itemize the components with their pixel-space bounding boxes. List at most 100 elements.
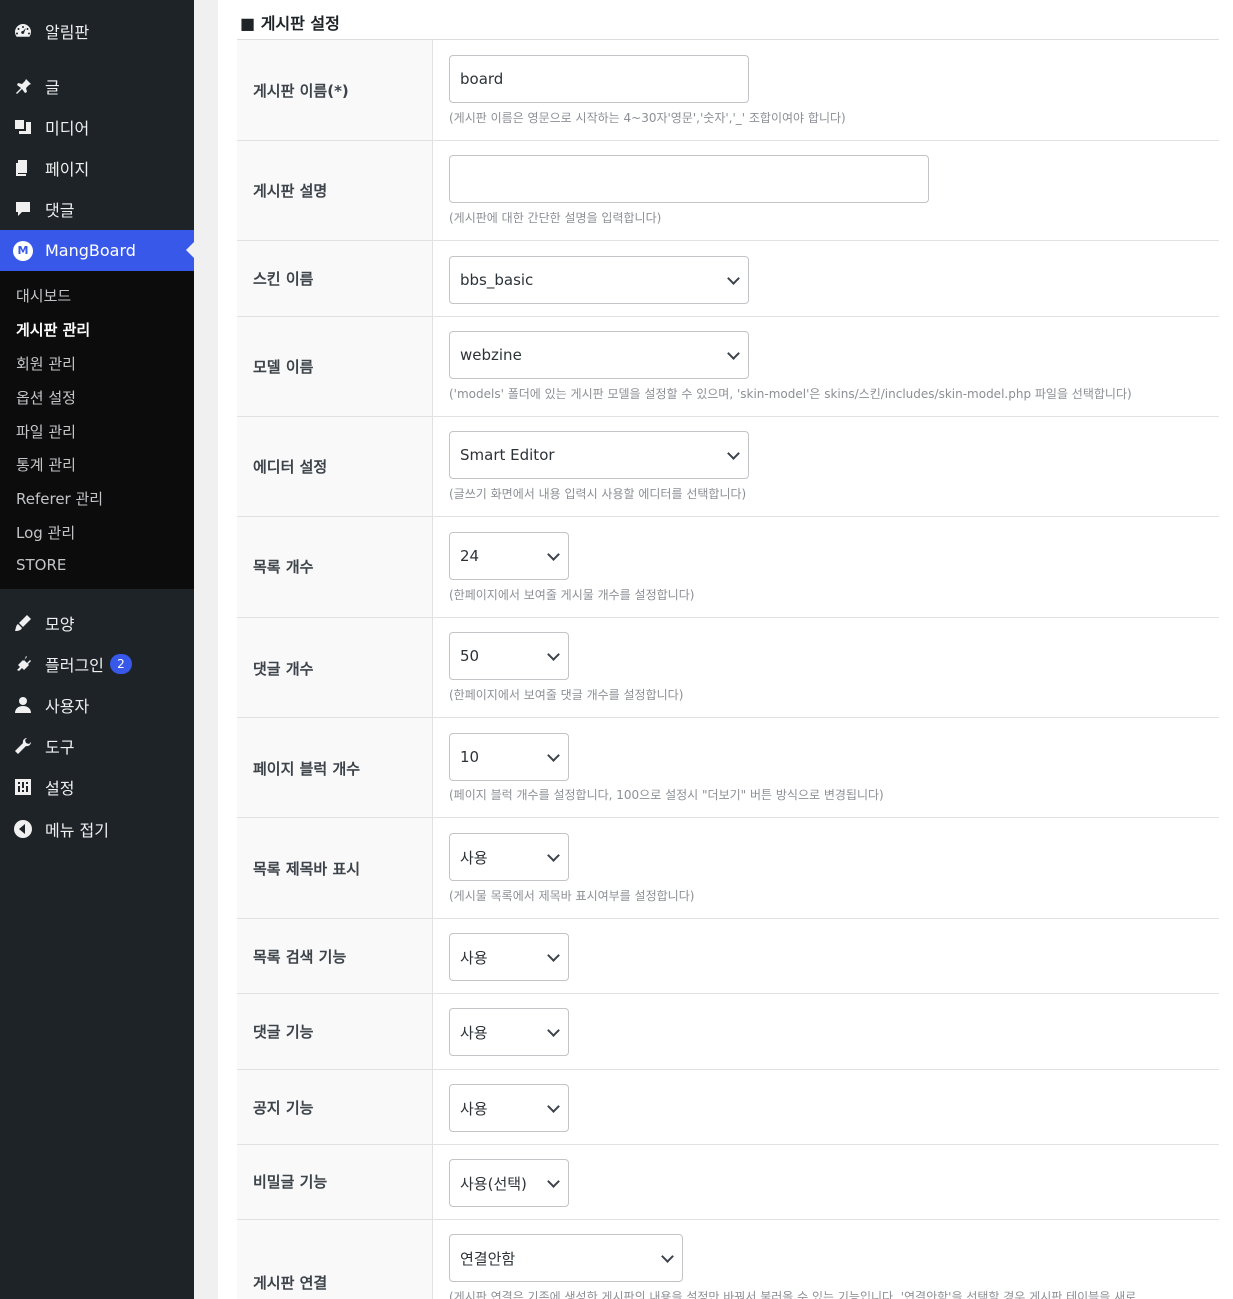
settings-table: 게시판 이름(*) board (게시판 이름은 영문으로 시작하는 4~30자…	[237, 39, 1219, 1299]
help-text: (게시판 연결은 기존에 생성한 게시판의 내용을 설정만 바꿔서 불러올 수 …	[449, 1290, 1137, 1299]
help-text: (한페이지에서 보여줄 댓글 개수를 설정합니다)	[449, 688, 684, 702]
row-label: 비밀글 기능	[253, 1173, 328, 1191]
brush-icon	[12, 612, 34, 634]
menu-pages[interactable]: 페이지	[0, 148, 194, 188]
menu-label: 도구	[45, 738, 75, 757]
row-label: 댓글 개수	[253, 660, 314, 678]
menu-label: 설정	[45, 779, 75, 798]
row-label: 게시판 설명	[253, 182, 328, 200]
settings-row-board-name: 게시판 이름(*) board (게시판 이름은 영문으로 시작하는 4~30자…	[237, 40, 1219, 141]
chevron-down-icon	[547, 548, 560, 561]
row-label: 게시판 연결	[253, 1274, 328, 1292]
secret-post-select[interactable]: 사용(선택)	[449, 1159, 569, 1207]
pin-icon	[12, 75, 34, 97]
menu-label: 페이지	[45, 160, 90, 179]
settings-row-comment-count: 댓글 개수 50 (한페이지에서 보여줄 댓글 개수를 설정합니다)	[237, 618, 1219, 718]
page-block-count-select[interactable]: 10	[449, 733, 569, 781]
comments-icon	[12, 198, 34, 220]
board-name-input[interactable]: board	[449, 55, 749, 103]
board-settings-panel: ■ 게시판 설정 게시판 이름(*) board (게시판 이름은 영문으로 시…	[218, 0, 1233, 1299]
chevron-down-icon	[727, 347, 740, 360]
board-description-input[interactable]	[449, 155, 929, 203]
settings-row-board-description: 게시판 설명 (게시판에 대한 간단한 설명을 입력합니다)	[237, 141, 1219, 241]
chevron-down-icon	[727, 272, 740, 285]
dashboard-icon	[12, 20, 34, 42]
comment-feature-select[interactable]: 사용	[449, 1008, 569, 1056]
menu-label: 알림판	[45, 23, 90, 42]
settings-row-comment-feature: 댓글 기능 사용	[237, 994, 1219, 1070]
submenu-item-log-manage[interactable]: Log 관리	[16, 522, 75, 543]
section-title: ■ 게시판 설정	[240, 14, 340, 33]
settings-row-skin-name: 스킨 이름 bbs_basic	[237, 241, 1219, 317]
menu-plugins[interactable]: 플러그인 2	[0, 644, 194, 684]
mangboard-submenu: 대시보드 게시판 관리 회원 관리 옵션 설정 파일 관리 통계 관리 Refe…	[0, 271, 194, 589]
help-text: (게시판에 대한 간단한 설명을 입력합니다)	[449, 211, 662, 225]
menu-tools[interactable]: 도구	[0, 726, 194, 766]
help-text: (페이지 블럭 개수를 설정합니다, 100으로 설정시 "더보기" 버튼 방식…	[449, 788, 884, 802]
media-icon	[12, 116, 34, 138]
list-titlebar-select[interactable]: 사용	[449, 833, 569, 881]
list-search-select[interactable]: 사용	[449, 933, 569, 981]
menu-posts[interactable]: 글	[0, 66, 194, 106]
comment-count-select[interactable]: 50	[449, 632, 569, 680]
menu-label: 플러그인	[45, 656, 104, 675]
list-count-select[interactable]: 24	[449, 532, 569, 580]
menu-label: 글	[45, 78, 60, 97]
collapse-icon	[12, 818, 34, 840]
row-label: 게시판 이름(*)	[253, 82, 349, 100]
submenu-item-member-manage[interactable]: 회원 관리	[16, 353, 76, 374]
board-link-select[interactable]: 연결안함	[449, 1234, 683, 1282]
skin-name-select[interactable]: bbs_basic	[449, 256, 749, 304]
menu-label: MangBoard	[45, 241, 136, 260]
admin-sidebar: 알림판 글 미디어 페이지 댓글 M MangBoard 대시보드 게시판 관리…	[0, 0, 194, 1299]
menu-dashboard[interactable]: 알림판	[0, 11, 194, 51]
row-label: 스킨 이름	[253, 270, 314, 288]
menu-settings[interactable]: 설정	[0, 767, 194, 807]
chevron-down-icon	[547, 1100, 560, 1113]
menu-label: 사용자	[45, 697, 90, 716]
wrench-icon	[12, 735, 34, 757]
menu-appearance[interactable]: 모양	[0, 603, 194, 643]
chevron-down-icon	[547, 1175, 560, 1188]
editor-select[interactable]: Smart Editor	[449, 431, 749, 479]
submenu-item-board-manage[interactable]: 게시판 관리	[16, 319, 90, 340]
chevron-down-icon	[547, 648, 560, 661]
row-label: 공지 기능	[253, 1099, 314, 1117]
menu-label: 미디어	[45, 119, 90, 138]
chevron-down-icon	[547, 949, 560, 962]
plugin-icon	[12, 653, 34, 675]
settings-row-list-search: 목록 검색 기능 사용	[237, 919, 1219, 994]
chevron-down-icon	[547, 1024, 560, 1037]
menu-comments[interactable]: 댓글	[0, 189, 194, 229]
menu-users[interactable]: 사용자	[0, 685, 194, 725]
submenu-item-referer-manage[interactable]: Referer 관리	[16, 488, 103, 509]
row-label: 목록 개수	[253, 558, 314, 576]
settings-icon	[12, 776, 34, 798]
row-label: 에디터 설정	[253, 458, 328, 476]
submenu-item-option-settings[interactable]: 옵션 설정	[16, 387, 76, 408]
settings-row-page-block-count: 페이지 블럭 개수 10 (페이지 블럭 개수를 설정합니다, 100으로 설정…	[237, 718, 1219, 818]
menu-media[interactable]: 미디어	[0, 107, 194, 147]
help-text: (글쓰기 화면에서 내용 입력시 사용할 에디터를 선택합니다)	[449, 487, 747, 501]
submenu-item-store[interactable]: STORE	[16, 556, 66, 574]
settings-row-editor: 에디터 설정 Smart Editor (글쓰기 화면에서 내용 입력시 사용할…	[237, 417, 1219, 517]
mangboard-logo-icon: M	[12, 240, 34, 262]
help-text: ('models' 폴더에 있는 게시판 모델을 설정할 수 있으며, 'ski…	[449, 387, 1132, 401]
settings-row-list-titlebar: 목록 제목바 표시 사용 (게시물 목록에서 제목바 표시여부를 설정합니다)	[237, 818, 1219, 919]
menu-label: 모양	[45, 615, 75, 634]
settings-row-board-link: 게시판 연결 연결안함 (게시판 연결은 기존에 생성한 게시판의 내용을 설정…	[237, 1220, 1219, 1299]
row-label: 댓글 기능	[253, 1023, 314, 1041]
menu-label: 메뉴 접기	[45, 821, 109, 840]
chevron-down-icon	[547, 749, 560, 762]
menu-mangboard[interactable]: M MangBoard	[0, 230, 194, 271]
row-label: 목록 제목바 표시	[253, 860, 361, 878]
menu-collapse[interactable]: 메뉴 접기	[0, 809, 194, 849]
submenu-item-stats-manage[interactable]: 통계 관리	[16, 454, 76, 475]
user-icon	[12, 694, 34, 716]
submenu-item-dashboard[interactable]: 대시보드	[16, 285, 71, 306]
settings-row-secret-post: 비밀글 기능 사용(선택)	[237, 1145, 1219, 1220]
model-name-select[interactable]: webzine	[449, 331, 749, 379]
row-label: 목록 검색 기능	[253, 948, 347, 966]
submenu-item-file-manage[interactable]: 파일 관리	[16, 421, 76, 442]
notice-feature-select[interactable]: 사용	[449, 1084, 569, 1132]
